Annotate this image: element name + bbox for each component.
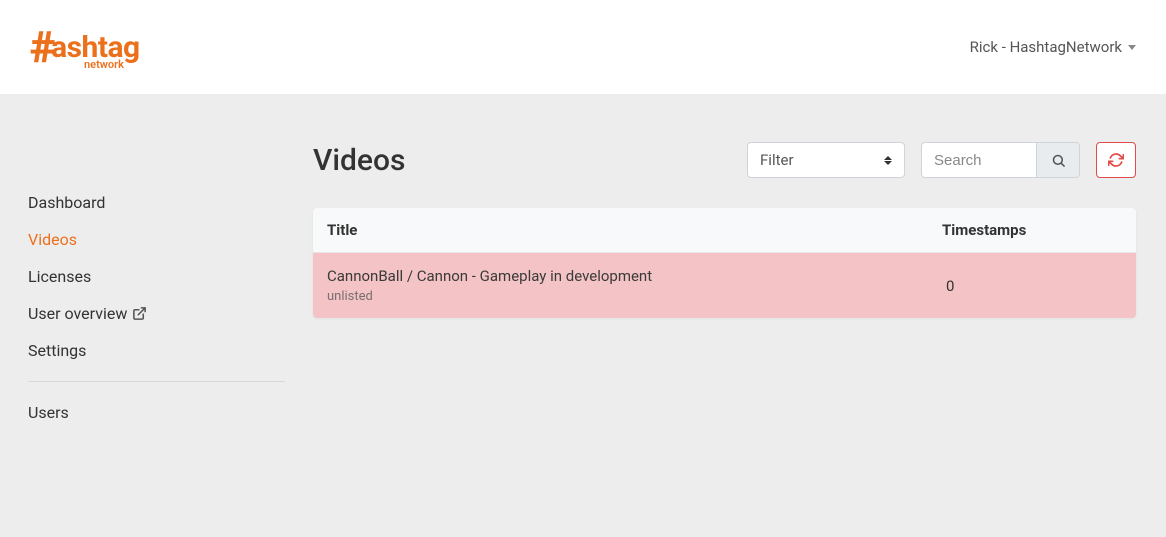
logo[interactable]: # ashtag network <box>30 25 140 69</box>
sidebar-item-label: Settings <box>28 341 86 360</box>
table-row[interactable]: CannonBall / Cannon - Gameplay in develo… <box>313 253 1136 318</box>
refresh-icon <box>1108 152 1124 168</box>
cell-title: CannonBall / Cannon - Gameplay in develo… <box>327 267 942 304</box>
sidebar-item-licenses[interactable]: Licenses <box>28 258 285 295</box>
sidebar-divider <box>28 381 285 382</box>
sidebar: Dashboard Videos Licenses User overview … <box>0 94 313 537</box>
column-header-title[interactable]: Title <box>327 221 942 239</box>
table-header: Title Timestamps <box>313 208 1136 253</box>
videos-table: Title Timestamps CannonBall / Cannon - G… <box>313 208 1136 318</box>
sidebar-item-label: Licenses <box>28 267 91 286</box>
user-dropdown-label: Rick - HashtagNetwork <box>970 38 1122 56</box>
search-icon <box>1051 153 1066 168</box>
search-group <box>921 142 1080 178</box>
sidebar-item-settings[interactable]: Settings <box>28 332 285 369</box>
page-controls: Filter <box>747 142 1136 178</box>
sidebar-item-users[interactable]: Users <box>28 394 285 431</box>
search-input[interactable] <box>921 142 1036 178</box>
sidebar-item-label: Dashboard <box>28 193 105 212</box>
sidebar-item-dashboard[interactable]: Dashboard <box>28 184 285 221</box>
chevron-down-icon <box>1128 45 1136 50</box>
sidebar-item-label: User overview <box>28 304 127 323</box>
external-link-icon <box>132 306 147 321</box>
sidebar-item-user-overview[interactable]: User overview <box>28 295 285 332</box>
cell-timestamps: 0 <box>942 277 1122 295</box>
filter-select[interactable]: Filter <box>747 142 905 178</box>
video-status: unlisted <box>327 289 942 304</box>
search-button[interactable] <box>1036 142 1080 178</box>
refresh-button[interactable] <box>1096 142 1136 178</box>
sidebar-item-label: Users <box>28 403 69 422</box>
header: # ashtag network Rick - HashtagNetwork <box>0 0 1166 94</box>
sidebar-item-label: Videos <box>28 230 77 249</box>
logo-subtext: network <box>84 58 124 71</box>
sidebar-item-videos[interactable]: Videos <box>28 221 285 258</box>
video-title: CannonBall / Cannon - Gameplay in develo… <box>327 267 942 285</box>
filter-select-label: Filter <box>748 151 884 169</box>
page-title: Videos <box>313 143 405 178</box>
sort-arrows-icon <box>884 156 904 165</box>
column-header-timestamps[interactable]: Timestamps <box>942 221 1122 239</box>
main-content: Videos Filter <box>313 94 1166 537</box>
user-dropdown[interactable]: Rick - HashtagNetwork <box>970 38 1136 56</box>
page-header: Videos Filter <box>313 142 1136 178</box>
